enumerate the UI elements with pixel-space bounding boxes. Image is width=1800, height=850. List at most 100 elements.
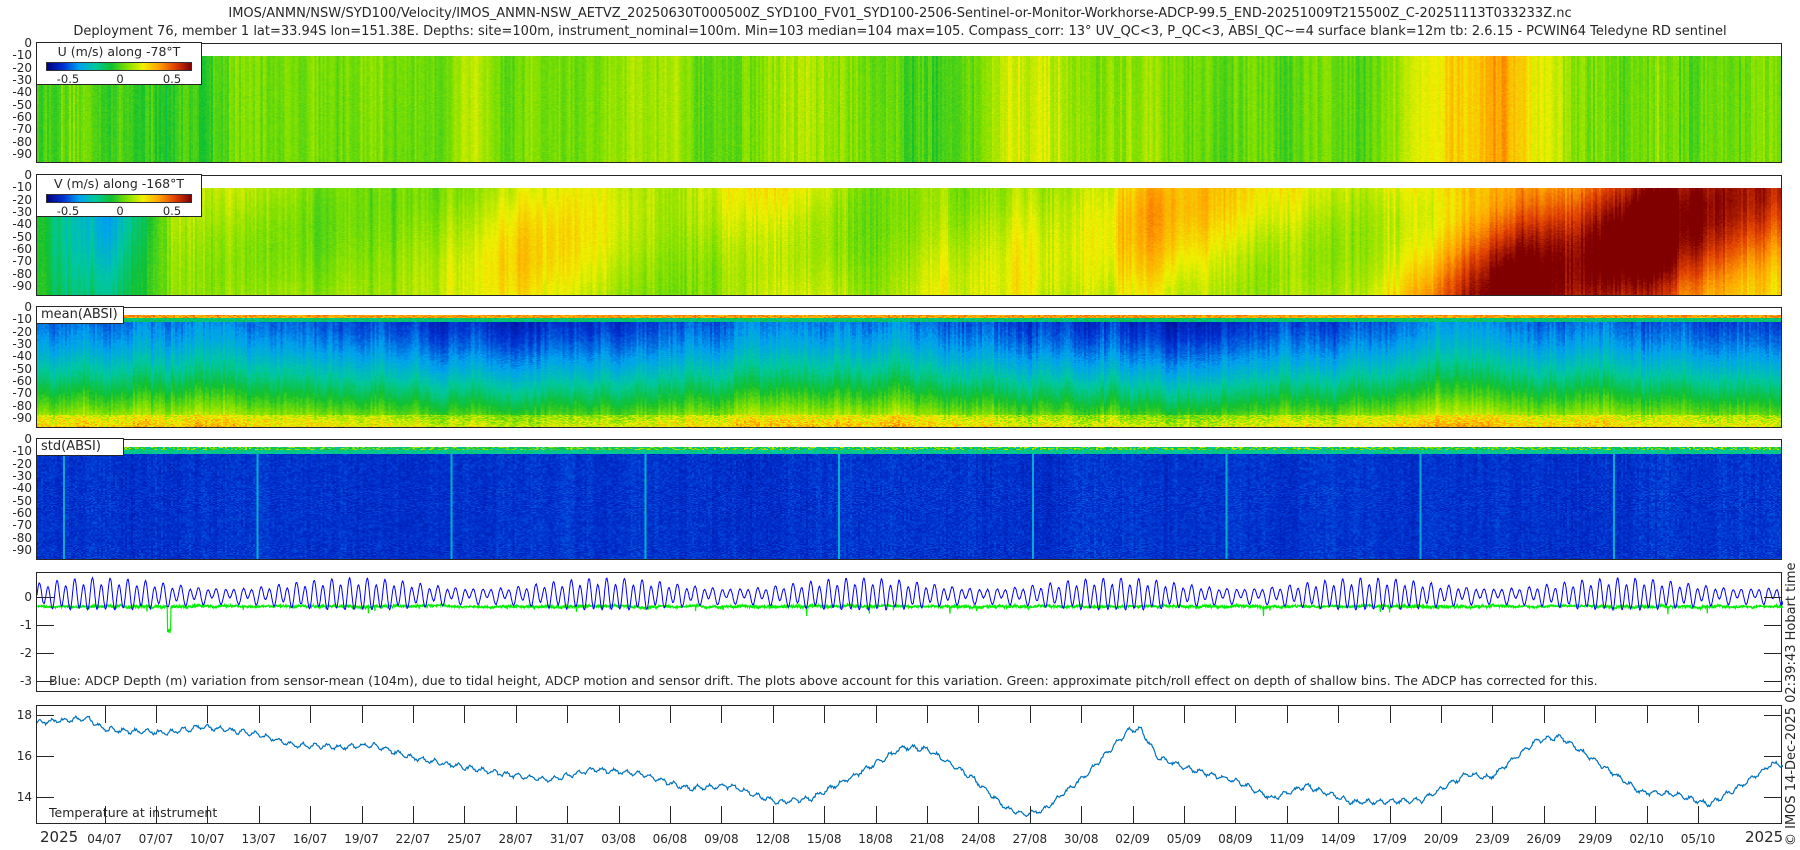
tick-mark xyxy=(1764,680,1782,682)
tick-mark xyxy=(258,806,260,824)
mean-absi-label: mean(ABSI) xyxy=(36,306,124,324)
date-tick-label: 25/07 xyxy=(447,832,482,846)
tick-mark xyxy=(1543,806,1545,824)
depth-tick-label: -60 xyxy=(12,242,32,257)
tick-mark xyxy=(36,652,54,654)
tick-mark xyxy=(1492,806,1494,824)
depth-tick-label: -20 xyxy=(12,192,32,207)
depth-tick-label: -60 xyxy=(12,110,32,125)
depth-tick-label: -30 xyxy=(12,337,32,352)
depth-tick-label: -80 xyxy=(12,266,32,281)
depth-tick-label: -90 xyxy=(12,543,32,558)
tick-mark xyxy=(926,806,928,824)
depth-tick-label: -40 xyxy=(12,85,32,100)
tick-mark xyxy=(721,806,723,824)
depth-tick-label: -90 xyxy=(12,147,32,162)
tick-mark xyxy=(104,705,106,723)
temperature-plot xyxy=(37,715,1783,818)
tick-mark xyxy=(104,806,106,824)
depth-variation-tick-label: -3 xyxy=(20,673,32,688)
depth-tick-label: -30 xyxy=(12,469,32,484)
date-tick-label: 30/08 xyxy=(1063,832,1099,846)
pitch-roll-line xyxy=(37,602,1783,634)
tick-mark xyxy=(412,806,414,824)
std-absi-panel xyxy=(36,439,1782,560)
tick-mark xyxy=(875,806,877,824)
tick-mark xyxy=(310,806,312,824)
depth-tick-label: -90 xyxy=(12,411,32,426)
imos-timestamp-label: © IMOS 14-Dec-2025 02:39:43 Hobart time xyxy=(1784,562,1799,846)
depth-tick-label: -90 xyxy=(12,279,32,294)
date-tick-label: 11/09 xyxy=(1269,832,1305,846)
date-tick-label: 15/08 xyxy=(806,832,842,846)
tick-mark xyxy=(36,756,54,758)
v-colorbar-tick: 0 xyxy=(116,204,124,218)
tick-mark xyxy=(155,806,157,824)
depth-tick-label: -10 xyxy=(12,48,32,63)
tick-mark xyxy=(464,806,466,824)
tick-mark xyxy=(978,705,980,723)
u-colorbar-legend: U (m/s) along -78°T -0.5 0 0.5 xyxy=(36,42,202,86)
v-legend-title: V (m/s) along -168°T xyxy=(53,176,185,191)
tick-mark xyxy=(1543,705,1545,723)
tick-mark xyxy=(1764,625,1782,627)
tick-mark xyxy=(772,806,774,824)
tick-mark xyxy=(1235,806,1237,824)
depth-tick-label: -50 xyxy=(12,361,32,376)
tick-mark xyxy=(669,806,671,824)
v-colorbar xyxy=(46,194,192,203)
depth-tick-label: -10 xyxy=(12,444,32,459)
u-colorbar xyxy=(46,62,192,71)
year-label-end: 2025 xyxy=(1745,828,1784,846)
tick-mark xyxy=(772,705,774,723)
v-colorbar-tick: 0.5 xyxy=(162,204,182,218)
tick-mark xyxy=(1029,806,1031,824)
u-velocity-panel xyxy=(36,43,1782,163)
date-tick-label: 19/07 xyxy=(344,832,379,846)
v-velocity-heatmap xyxy=(37,176,1781,295)
date-tick-label: 31/07 xyxy=(549,832,585,846)
date-tick-label: 02/09 xyxy=(1115,832,1150,846)
u-legend-title: U (m/s) along -78°T xyxy=(57,44,181,59)
depth-tick-label: -10 xyxy=(12,180,32,195)
tick-mark xyxy=(1764,797,1782,799)
depth-variation-tick-label: 0 xyxy=(24,590,32,605)
depth-tick-label: -40 xyxy=(12,481,32,496)
date-tick-label: 17/09 xyxy=(1372,832,1407,846)
tick-mark xyxy=(1646,806,1648,824)
date-tick-label: 05/10 xyxy=(1680,832,1716,846)
date-tick-label: 12/08 xyxy=(755,832,791,846)
tick-mark xyxy=(36,597,54,599)
date-tick-label: 23/09 xyxy=(1475,832,1510,846)
tick-mark xyxy=(721,705,723,723)
tick-mark xyxy=(310,705,312,723)
date-tick-label: 08/09 xyxy=(1218,832,1253,846)
u-colorbar-tick: 0 xyxy=(116,72,124,86)
tick-mark xyxy=(1029,705,1031,723)
depth-tick-label: -60 xyxy=(12,506,32,521)
date-tick-label: 09/08 xyxy=(704,832,739,846)
tick-mark xyxy=(515,705,517,723)
tick-mark xyxy=(1389,806,1391,824)
year-label-start: 2025 xyxy=(40,828,79,846)
tick-mark xyxy=(618,806,620,824)
date-tick-label: 16/07 xyxy=(292,832,328,846)
depth-tick-label: -70 xyxy=(12,254,32,269)
tick-mark xyxy=(1132,806,1134,824)
tick-mark xyxy=(36,680,54,682)
tick-mark xyxy=(1184,705,1185,723)
depth-tick-label: -80 xyxy=(12,530,32,545)
date-tick-label: 06/08 xyxy=(652,832,688,846)
depth-tick-label: -70 xyxy=(12,518,32,533)
date-tick-label: 13/07 xyxy=(241,832,277,846)
depth-tick-label: -40 xyxy=(12,349,32,364)
date-tick-label: 02/10 xyxy=(1629,832,1664,846)
tick-mark xyxy=(1441,705,1443,723)
tick-mark xyxy=(618,705,620,723)
date-tick-label: 04/07 xyxy=(87,832,122,846)
tick-mark xyxy=(824,806,826,824)
tick-mark xyxy=(36,797,54,799)
u-velocity-heatmap xyxy=(37,44,1781,162)
std-absi-label: std(ABSI) xyxy=(36,438,124,456)
tick-mark xyxy=(1389,705,1391,723)
